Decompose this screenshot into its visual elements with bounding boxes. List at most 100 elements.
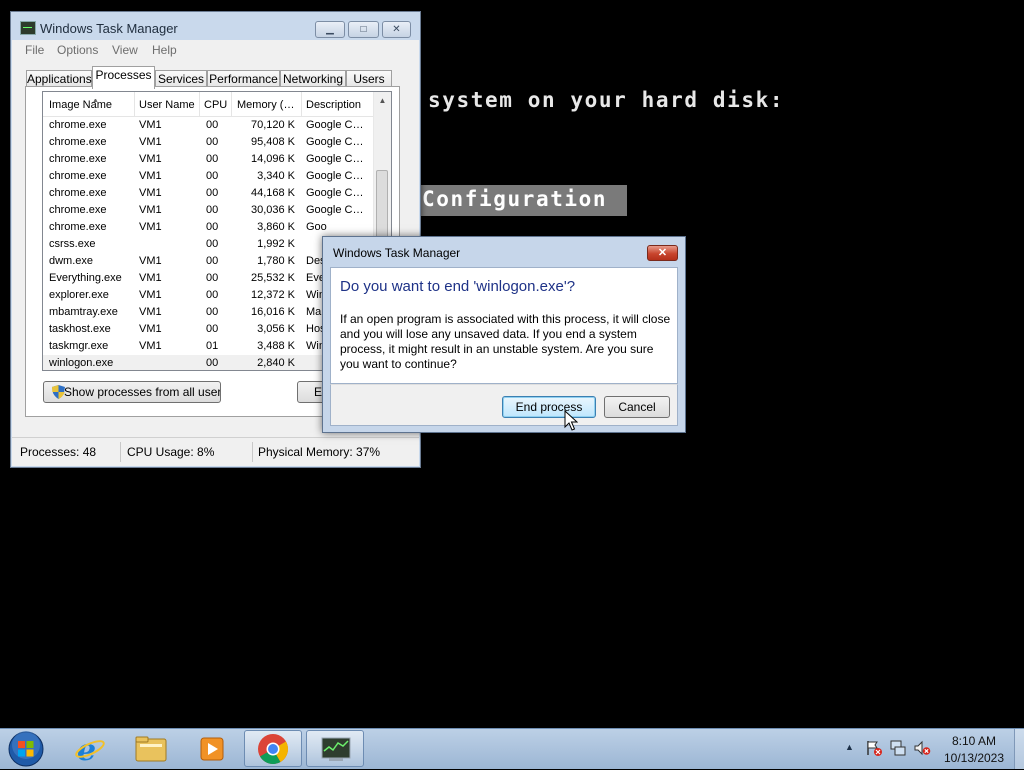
process-cpu: 00 [206, 119, 219, 131]
list-header: ▲ Image Name User Name CPU Memory (… Des… [43, 92, 375, 117]
sort-ascending-icon: ▲ [92, 99, 99, 104]
tab-processes[interactable]: Processes [92, 66, 155, 89]
column-divider[interactable] [134, 92, 135, 116]
process-cpu: 00 [206, 255, 219, 267]
process-description: Google C… [306, 204, 364, 216]
status-processes: Processes: 48 [20, 445, 97, 459]
process-cpu: 00 [206, 136, 219, 148]
column-divider[interactable] [231, 92, 232, 116]
process-name: chrome.exe [49, 187, 107, 199]
column-cpu[interactable]: CPU [204, 99, 230, 111]
media-player-icon [200, 737, 224, 761]
taskbar: e ▲ 8:10 AM 10/13/2023 [0, 728, 1024, 769]
taskbar-task-manager[interactable] [306, 730, 364, 767]
table-row[interactable]: chrome.exe VM1 00 95,408 K Google C… [43, 134, 375, 151]
process-user: VM1 [139, 221, 162, 233]
volume-muted-icon[interactable] [913, 739, 931, 757]
network-icon[interactable] [889, 739, 907, 757]
scroll-up-icon[interactable]: ▲ [374, 92, 391, 109]
process-user: VM1 [139, 170, 162, 182]
clock-date[interactable]: 10/13/2023 [942, 751, 1006, 765]
column-label: Image Name [49, 99, 112, 111]
show-hidden-icons-button[interactable]: ▲ [845, 742, 854, 752]
task-manager-icon [20, 21, 36, 35]
process-user: VM1 [139, 340, 162, 352]
process-memory: 70,120 K [250, 119, 295, 131]
column-divider[interactable] [199, 92, 200, 116]
process-user: VM1 [139, 153, 162, 165]
confirm-end-process-button[interactable]: End process [502, 396, 596, 418]
process-memory: 3,340 K [257, 170, 295, 182]
column-description[interactable]: Description [306, 99, 371, 111]
column-memory[interactable]: Memory (… [237, 99, 299, 111]
process-user: VM1 [139, 136, 162, 148]
console-highlighted-text: Configuration [420, 185, 628, 216]
process-cpu: 00 [206, 153, 219, 165]
start-button[interactable] [4, 730, 48, 768]
status-divider [252, 442, 253, 462]
show-desktop-button[interactable] [1014, 729, 1024, 769]
menu-bar: File Options View Help [12, 40, 419, 60]
process-name: chrome.exe [49, 221, 107, 233]
mouse-cursor-icon [564, 410, 578, 431]
process-memory: 14,096 K [250, 153, 295, 165]
action-center-flag-icon[interactable] [865, 739, 883, 757]
minimize-button[interactable]: ▁ [315, 21, 345, 38]
process-name: chrome.exe [49, 170, 107, 182]
process-user: VM1 [139, 187, 162, 199]
menu-file[interactable]: File [25, 43, 44, 57]
process-cpu: 00 [206, 357, 219, 369]
process-memory: 3,056 K [257, 323, 295, 335]
taskbar-ie[interactable]: e [61, 730, 119, 768]
table-row[interactable]: chrome.exe VM1 00 3,340 K Google C… [43, 168, 375, 185]
process-description: Google C… [306, 119, 364, 131]
process-memory: 2,840 K [257, 357, 295, 369]
process-user: VM1 [139, 255, 162, 267]
taskbar-explorer[interactable] [122, 730, 180, 767]
process-name: taskhost.exe [49, 323, 111, 335]
task-manager-icon [321, 737, 351, 761]
process-cpu: 00 [206, 170, 219, 182]
table-row[interactable]: chrome.exe VM1 00 30,036 K Google C… [43, 202, 375, 219]
process-name: chrome.exe [49, 204, 107, 216]
process-description: Google C… [306, 136, 364, 148]
column-divider[interactable] [301, 92, 302, 116]
process-name: Everything.exe [49, 272, 122, 284]
process-description: Google C… [306, 170, 364, 182]
show-all-processes-button[interactable]: Show processes from all users [43, 381, 221, 403]
process-name: taskmgr.exe [49, 340, 109, 352]
taskbar-chrome[interactable] [244, 730, 302, 767]
process-memory: 44,168 K [250, 187, 295, 199]
table-row[interactable]: chrome.exe VM1 00 70,120 K Google C… [43, 117, 375, 134]
taskbar-media-player[interactable] [183, 730, 241, 767]
process-memory: 16,016 K [250, 306, 295, 318]
table-row[interactable]: chrome.exe VM1 00 3,860 K Goo [43, 219, 375, 236]
cancel-button[interactable]: Cancel [604, 396, 670, 418]
process-user: VM1 [139, 289, 162, 301]
process-memory: 12,372 K [250, 289, 295, 301]
process-cpu: 00 [206, 306, 219, 318]
process-memory: 25,532 K [250, 272, 295, 284]
table-row[interactable]: chrome.exe VM1 00 44,168 K Google C… [43, 185, 375, 202]
close-button[interactable]: ✕ [382, 21, 411, 38]
uac-shield-icon [52, 385, 65, 399]
dialog-footer: End process Cancel [330, 384, 678, 426]
table-row[interactable]: chrome.exe VM1 00 14,096 K Google C… [43, 151, 375, 168]
column-user-name[interactable]: User Name [139, 99, 197, 111]
menu-help[interactable]: Help [152, 43, 177, 57]
process-memory: 3,488 K [257, 340, 295, 352]
process-memory: 1,992 K [257, 238, 295, 250]
process-name: explorer.exe [49, 289, 109, 301]
title-bar[interactable]: Windows Task Manager ▁ □ ✕ [11, 12, 420, 40]
clock-time[interactable]: 8:10 AM [942, 734, 1006, 748]
column-image-name[interactable]: ▲ Image Name [49, 99, 129, 111]
menu-options[interactable]: Options [57, 43, 98, 57]
windows-explorer-icon [135, 736, 167, 762]
menu-view[interactable]: View [112, 43, 138, 57]
process-user: VM1 [139, 272, 162, 284]
maximize-button[interactable]: □ [348, 21, 379, 38]
window-title: Windows Task Manager [40, 21, 178, 36]
process-name: csrss.exe [49, 238, 96, 250]
process-cpu: 00 [206, 238, 219, 250]
dialog-close-button[interactable]: ✕ [647, 245, 678, 261]
